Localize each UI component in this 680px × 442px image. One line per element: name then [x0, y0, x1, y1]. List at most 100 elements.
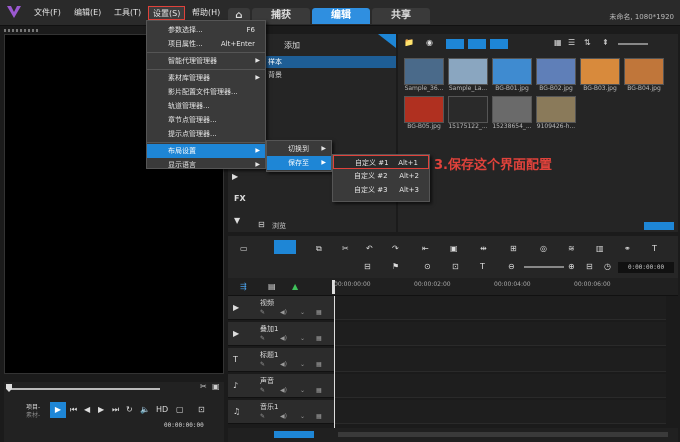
record-icon[interactable]: ◉: [426, 38, 433, 47]
redo-icon[interactable]: ↷: [392, 244, 399, 253]
media-thumbnail[interactable]: BG-B01.jpg: [490, 58, 534, 92]
image-filter-icon[interactable]: [468, 39, 486, 49]
zoom-out-icon[interactable]: ⊖: [508, 262, 515, 271]
media-thumbnail[interactable]: 9109426-h...: [534, 96, 578, 130]
track-lane[interactable]: [334, 348, 666, 372]
edit-icon[interactable]: ✎: [260, 335, 265, 342]
expand-icon[interactable]: ⌄: [300, 335, 305, 342]
track-option-icon[interactable]: ▦: [316, 387, 322, 394]
track-lane[interactable]: [334, 296, 666, 320]
save-custom-3[interactable]: 自定义 #3 Alt+3: [333, 183, 429, 197]
track-lane[interactable]: [334, 374, 666, 398]
menu-help[interactable]: 帮助(H): [188, 6, 224, 20]
add-folder-button[interactable]: 添加: [284, 40, 300, 51]
media-thumbnail[interactable]: 15238654_...: [490, 96, 534, 130]
track-lane[interactable]: [334, 400, 666, 424]
expand-icon[interactable]: ⌄: [300, 309, 305, 316]
tool-3-icon[interactable]: ⇤: [422, 244, 429, 253]
audio-mix-icon[interactable]: ≋: [568, 244, 575, 253]
track-header[interactable]: ▶ 叠加1 ✎ ◀) ⌄ ▦: [228, 322, 334, 346]
tool-6-icon[interactable]: ⊞: [510, 244, 517, 253]
thumb-size-slider[interactable]: [618, 43, 648, 45]
fit-timeline-icon[interactable]: ⊟: [586, 262, 593, 271]
track-header[interactable]: T 标题1 ✎ ◀) ⌄ ▦: [228, 348, 334, 372]
track-header[interactable]: ♪ 声音 ✎ ◀) ⌄ ▦: [228, 374, 334, 398]
tool-1-icon[interactable]: ⧉: [316, 244, 322, 254]
track-option-icon[interactable]: ▦: [316, 335, 322, 342]
menu-item-chapter-manager[interactable]: 章节点管理器...: [147, 113, 265, 127]
tool-9-icon[interactable]: ⚭: [624, 244, 631, 253]
timeline-scrollbar[interactable]: [338, 432, 668, 437]
track-option-icon[interactable]: ▦: [316, 309, 322, 316]
menu-item-profile-manager[interactable]: 影片配置文件管理器...: [147, 85, 265, 99]
edit-icon[interactable]: ✎: [260, 361, 265, 368]
tab-share[interactable]: 共享: [372, 8, 430, 24]
menu-edit[interactable]: 编辑(E): [70, 6, 105, 20]
zoom-in-icon[interactable]: ⊕: [568, 262, 575, 271]
zoom-slider[interactable]: [524, 266, 564, 268]
save-custom-2[interactable]: 自定义 #2 Alt+2: [333, 169, 429, 183]
tool-10-icon[interactable]: ⊟: [364, 262, 371, 271]
audio-filter-icon[interactable]: [490, 39, 508, 49]
edit-icon[interactable]: ✎: [260, 309, 265, 316]
mute-icon[interactable]: ◀): [280, 387, 287, 394]
list-view-icon[interactable]: ☰: [568, 38, 575, 47]
tool-5-icon[interactable]: ⇹: [480, 244, 487, 253]
storyboard-view-icon[interactable]: ▭: [240, 244, 248, 253]
media-thumbnail[interactable]: BG-B03.jpg: [578, 58, 622, 92]
track-manager-icon[interactable]: ⇶: [240, 282, 247, 291]
undo-icon[interactable]: ↶: [366, 244, 373, 253]
expand-icon[interactable]: ⌄: [300, 387, 305, 394]
track-scroll[interactable]: [274, 431, 314, 438]
grid-view-icon[interactable]: ▦: [554, 38, 562, 47]
tool-14-icon[interactable]: T: [480, 262, 485, 271]
open-folder-icon[interactable]: 📁: [404, 38, 414, 47]
collapse-icon[interactable]: ▼: [234, 216, 240, 225]
chapter-icon[interactable]: ▤: [268, 282, 276, 291]
media-thumbnail[interactable]: 15175122_...: [446, 96, 490, 130]
menu-item-cue-manager[interactable]: 提示点管理器...: [147, 127, 265, 141]
media-thumbnail[interactable]: Sample_36...: [402, 58, 446, 92]
media-thumbnail[interactable]: BG-B02.jpg: [534, 58, 578, 92]
menu-item-layout-settings[interactable]: 布局设置 ▶: [147, 144, 265, 158]
title-tool-icon[interactable]: T: [652, 244, 657, 253]
menu-file[interactable]: 文件(F): [30, 6, 65, 20]
menu-item-track-manager[interactable]: 轨道管理器...: [147, 99, 265, 113]
tool-7-icon[interactable]: ◎: [540, 244, 547, 253]
menu-item-preferences[interactable]: 参数选择... F6: [147, 23, 265, 37]
tool-12-icon[interactable]: ⊙: [424, 262, 431, 271]
menu-settings[interactable]: 设置(S): [148, 6, 186, 20]
expand-icon[interactable]: ⌄: [300, 413, 305, 420]
sort-icon[interactable]: ⇅: [584, 38, 591, 47]
mute-icon[interactable]: ◀): [280, 413, 287, 420]
timeline-view-button[interactable]: [274, 240, 296, 254]
track-option-icon[interactable]: ▦: [316, 361, 322, 368]
submenu-switch-to[interactable]: 切换到 ▶: [267, 142, 331, 156]
browse-button[interactable]: 浏览: [272, 221, 286, 231]
thumb-size-icon[interactable]: ⇞: [602, 38, 609, 47]
media-icon[interactable]: ▶: [232, 172, 238, 181]
menu-item-smart-proxy[interactable]: 智能代理管理器 ▶: [147, 54, 265, 68]
mute-icon[interactable]: ◀): [280, 335, 287, 342]
menu-item-project-properties[interactable]: 项目属性... Alt+Enter: [147, 37, 265, 51]
track-header[interactable]: ▶ 视频 ✎ ◀) ⌄ ▦: [228, 296, 334, 320]
mute-icon[interactable]: ◀): [280, 361, 287, 368]
menu-item-library-manager[interactable]: 素材库管理器 ▶: [147, 71, 265, 85]
track-option-icon[interactable]: ▦: [316, 413, 322, 420]
menu-tools[interactable]: 工具(T): [110, 6, 145, 20]
tool-11-icon[interactable]: ⚑: [392, 262, 399, 271]
track-header[interactable]: ♫ 音乐1 ✎ ◀) ⌄ ▦: [228, 400, 334, 424]
tool-8-icon[interactable]: ▥: [596, 244, 604, 253]
save-custom-1[interactable]: 自定义 #1 Alt+1: [333, 155, 429, 169]
expand-icon[interactable]: ⌄: [300, 361, 305, 368]
fx-button[interactable]: FX: [234, 194, 246, 203]
tool-2-icon[interactable]: ✂: [342, 244, 349, 253]
edit-icon[interactable]: ✎: [260, 413, 265, 420]
media-thumbnail[interactable]: BG-B05.jpg: [402, 96, 446, 130]
media-thumbnail[interactable]: Sample_La...: [446, 58, 490, 92]
resize-icon[interactable]: [644, 222, 674, 230]
add-marker-icon[interactable]: ▲: [292, 282, 298, 291]
folder-samples[interactable]: 样本: [264, 56, 396, 68]
mute-icon[interactable]: ◀): [280, 309, 287, 316]
video-filter-icon[interactable]: [446, 39, 464, 49]
